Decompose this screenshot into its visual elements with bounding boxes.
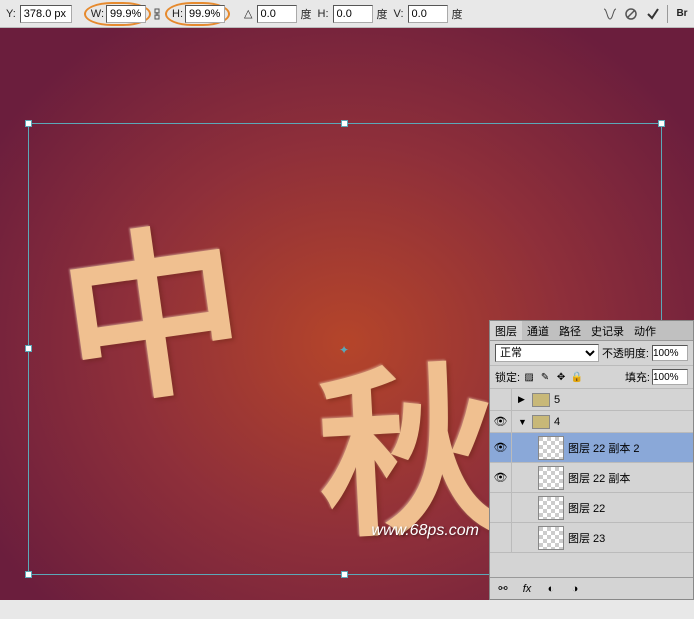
eye-icon: 👁: [494, 471, 508, 484]
layer-name[interactable]: 图层 22 副本 2: [568, 440, 640, 456]
layer-mask-icon[interactable]: ◐: [544, 582, 558, 596]
layer-row[interactable]: 👁 图层 22 副本: [490, 463, 693, 493]
layer-row[interactable]: 👁 图层 22 副本 2: [490, 433, 693, 463]
tab-actions[interactable]: 动作: [629, 321, 661, 340]
layer-group-5[interactable]: ▶ 5: [490, 389, 693, 411]
lock-transparency-icon[interactable]: ▨: [522, 370, 536, 384]
layers-list: ▶ 5 👁 ▼ 4 👁 图层 22 副本 2 👁 图层 22 副本: [490, 389, 693, 553]
options-right-group: Br: [601, 5, 690, 23]
h-label: H:: [170, 8, 185, 20]
visibility-toggle[interactable]: 👁: [490, 433, 512, 462]
visibility-toggle[interactable]: [490, 493, 512, 522]
group-name[interactable]: 4: [554, 416, 560, 428]
transform-options-bar: Y: W: H: △ 度 H: 度 V: 度 Br: [0, 0, 694, 28]
fill-label: 填充:: [625, 369, 650, 385]
layer-thumbnail[interactable]: [538, 436, 564, 460]
tab-layers[interactable]: 图层: [490, 321, 522, 340]
hskew-unit: 度: [375, 6, 390, 22]
folder-expand-icon[interactable]: ▼: [518, 417, 528, 427]
adjustment-layer-icon[interactable]: ◑: [568, 582, 582, 596]
layer-thumbnail[interactable]: [538, 466, 564, 490]
transform-handle-bl[interactable]: [25, 571, 32, 578]
cancel-icon[interactable]: [623, 6, 639, 22]
vskew-unit: 度: [450, 6, 465, 22]
lock-all-icon[interactable]: 🔒: [570, 370, 584, 384]
opacity-input[interactable]: [652, 345, 688, 361]
visibility-toggle[interactable]: 👁: [490, 463, 512, 492]
bridge-icon[interactable]: Br: [674, 6, 690, 22]
opacity-label: 不透明度:: [602, 345, 649, 361]
lock-position-icon[interactable]: ✥: [554, 370, 568, 384]
transform-handle-tl[interactable]: [25, 120, 32, 127]
transform-handle-ml[interactable]: [25, 345, 32, 352]
layer-row[interactable]: 图层 22: [490, 493, 693, 523]
layer-group-4[interactable]: 👁 ▼ 4: [490, 411, 693, 433]
layer-row[interactable]: 图层 23: [490, 523, 693, 553]
folder-icon: [532, 393, 550, 407]
vskew-input[interactable]: [408, 5, 448, 23]
layer-name[interactable]: 图层 22 副本: [568, 470, 630, 486]
warp-icon[interactable]: [601, 6, 617, 22]
transform-center-icon[interactable]: ✦: [339, 343, 351, 355]
eye-icon: 👁: [494, 441, 508, 454]
blend-opacity-row: 正常 不透明度:: [490, 341, 693, 366]
transform-handle-tr[interactable]: [658, 120, 665, 127]
lock-row: 锁定: ▨ ✎ ✥ 🔒 填充:: [490, 366, 693, 389]
lock-label: 锁定:: [495, 369, 520, 385]
hskew-label: H:: [316, 8, 331, 20]
angle-input[interactable]: [257, 5, 297, 23]
layer-thumbnail[interactable]: [538, 496, 564, 520]
tab-paths[interactable]: 路径: [554, 321, 586, 340]
group-name[interactable]: 5: [554, 394, 560, 406]
layer-name[interactable]: 图层 23: [568, 530, 605, 546]
width-highlight: W:: [84, 2, 151, 26]
panel-tabs: 图层 通道 路径 史记录 动作: [490, 321, 693, 341]
layers-panel: 图层 通道 路径 史记录 动作 正常 不透明度: 锁定: ▨ ✎ ✥ 🔒 填充:…: [489, 320, 694, 600]
angle-label: △: [242, 7, 254, 20]
link-layers-icon[interactable]: ⚯: [496, 582, 510, 596]
visibility-toggle[interactable]: [490, 389, 512, 410]
folder-collapse-icon[interactable]: ▶: [518, 394, 528, 405]
folder-icon: [532, 415, 550, 429]
w-label: W:: [89, 8, 106, 20]
layers-panel-footer: ⚯ fx ◐ ◑: [490, 577, 693, 599]
height-input[interactable]: [185, 5, 225, 23]
fill-input[interactable]: [652, 369, 688, 385]
vskew-label: V:: [392, 8, 406, 20]
transform-handle-bm[interactable]: [341, 571, 348, 578]
layer-style-icon[interactable]: fx: [520, 582, 534, 596]
transform-handle-tm[interactable]: [341, 120, 348, 127]
tab-channels[interactable]: 通道: [522, 321, 554, 340]
blend-mode-select[interactable]: 正常: [495, 344, 599, 362]
angle-unit: 度: [299, 6, 314, 22]
height-highlight: H:: [165, 2, 230, 26]
hskew-input[interactable]: [333, 5, 373, 23]
commit-icon[interactable]: [645, 6, 661, 22]
layer-name[interactable]: 图层 22: [568, 500, 605, 516]
layer-thumbnail[interactable]: [538, 526, 564, 550]
tab-history[interactable]: 史记录: [586, 321, 629, 340]
lock-pixels-icon[interactable]: ✎: [538, 370, 552, 384]
visibility-toggle[interactable]: [490, 523, 512, 552]
link-icon[interactable]: [153, 7, 163, 21]
eye-icon: 👁: [494, 415, 508, 428]
y-label: Y:: [4, 8, 18, 20]
width-input[interactable]: [106, 5, 146, 23]
visibility-toggle[interactable]: 👁: [490, 411, 512, 432]
y-input[interactable]: [20, 5, 72, 23]
